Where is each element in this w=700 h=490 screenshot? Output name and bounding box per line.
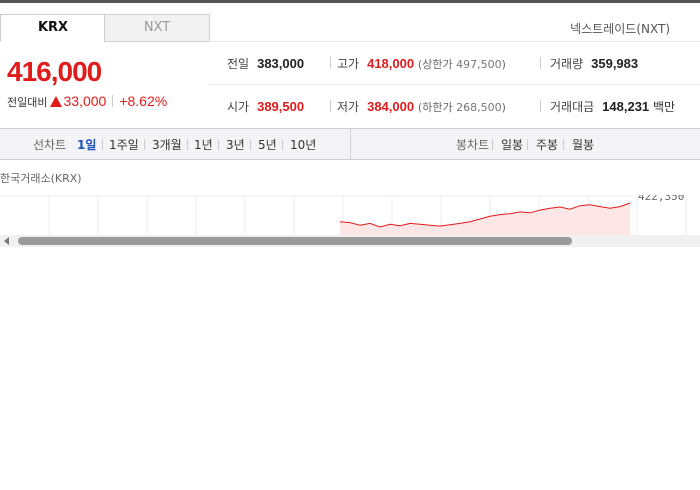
- stat-high: 고가 418,000 (상한가 497,500): [337, 55, 506, 72]
- chart-toolbar: 선차트 1일 1주일 3개월 1년 3년 5년 10년 봉차트 일봉 주봉 월봉: [0, 128, 700, 160]
- lower-limit-value: 268,500: [456, 101, 502, 114]
- up-triangle-icon: [50, 96, 63, 107]
- candle-daily[interactable]: 일봉: [501, 136, 523, 153]
- period-3m[interactable]: 3개월: [152, 136, 182, 153]
- stat-volume: 거래량 359,983: [550, 55, 638, 72]
- y-tick-label: 422,350: [638, 195, 684, 203]
- tab-krx[interactable]: KRX: [0, 14, 106, 42]
- price-area: [340, 203, 630, 235]
- divider: [330, 57, 331, 69]
- divider: [250, 139, 251, 150]
- change-amount: 33,000: [63, 93, 107, 109]
- divider: [144, 139, 145, 150]
- upper-limit-label: 상한가: [422, 58, 453, 71]
- stat-trade-value: 거래대금 148,231 백만: [550, 98, 675, 115]
- divider: [330, 100, 331, 112]
- divider: [563, 139, 564, 150]
- candle-monthly[interactable]: 월봉: [572, 136, 594, 153]
- stat-label: 고가: [337, 57, 360, 71]
- stat-value: 383,000: [257, 56, 305, 71]
- stat-low: 저가 384,000 (하한가 268,500): [337, 98, 506, 115]
- divider: [102, 139, 103, 150]
- stat-value: 359,983: [591, 56, 639, 71]
- upper-limit: (상한가 497,500): [417, 58, 506, 71]
- divider: [112, 95, 114, 107]
- candle-weekly[interactable]: 주봉: [536, 136, 558, 153]
- period-1y[interactable]: 1년: [194, 136, 213, 153]
- stat-label: 시가: [227, 100, 250, 114]
- period-3y[interactable]: 3년: [226, 136, 245, 153]
- divider: [282, 139, 283, 150]
- period-5y[interactable]: 5년: [258, 136, 277, 153]
- stat-value: 418,000: [367, 56, 415, 71]
- period-1d[interactable]: 1일: [77, 136, 96, 153]
- stat-value: 148,231: [602, 99, 650, 114]
- stats-divider: [209, 84, 700, 85]
- price-chart: 422,350: [0, 190, 700, 235]
- stat-value: 389,500: [257, 99, 305, 114]
- lower-limit-label: 하한가: [422, 101, 453, 114]
- change-percent: +8.62%: [119, 93, 168, 109]
- divider: [540, 57, 541, 69]
- top-border: [0, 0, 700, 3]
- divider: [492, 139, 493, 150]
- stat-open: 시가 389,500: [227, 98, 304, 115]
- stat-label: 전일: [227, 57, 250, 71]
- horizontal-scrollbar[interactable]: [0, 235, 700, 247]
- tab-nxt[interactable]: NXT: [104, 14, 210, 42]
- divider: [218, 139, 219, 150]
- price-change: 전일대비 33,000 +8.62%: [7, 93, 167, 110]
- divider: [527, 139, 528, 150]
- toolbar-divider: [350, 129, 351, 159]
- upper-limit-value: 497,500: [456, 58, 502, 71]
- period-1w[interactable]: 1주일: [109, 136, 139, 153]
- scroll-left-icon[interactable]: [4, 237, 9, 245]
- divider: [540, 100, 541, 112]
- stat-label: 거래대금: [550, 100, 595, 114]
- nxt-link[interactable]: 넥스트레이드(NXT): [570, 20, 670, 37]
- stat-prev-close: 전일 383,000: [227, 55, 304, 72]
- current-price: 416,000: [7, 56, 102, 87]
- stat-label: 거래량: [550, 57, 584, 71]
- stat-unit: 백만: [653, 100, 676, 114]
- divider: [187, 139, 188, 150]
- scroll-thumb[interactable]: [18, 237, 572, 245]
- stat-value: 384,000: [367, 99, 415, 114]
- candle-chart-label: 봉차트: [456, 138, 490, 152]
- exchange-label: 한국거래소(KRX): [0, 172, 82, 185]
- change-label: 전일대비: [7, 96, 48, 109]
- price-chart-svg: 422,350: [0, 190, 687, 235]
- stat-label: 저가: [337, 100, 360, 114]
- tabs-underline: [209, 41, 700, 42]
- line-chart-label: 선차트: [33, 138, 67, 152]
- lower-limit: (하한가 268,500): [417, 101, 506, 114]
- period-10y[interactable]: 10년: [290, 136, 316, 153]
